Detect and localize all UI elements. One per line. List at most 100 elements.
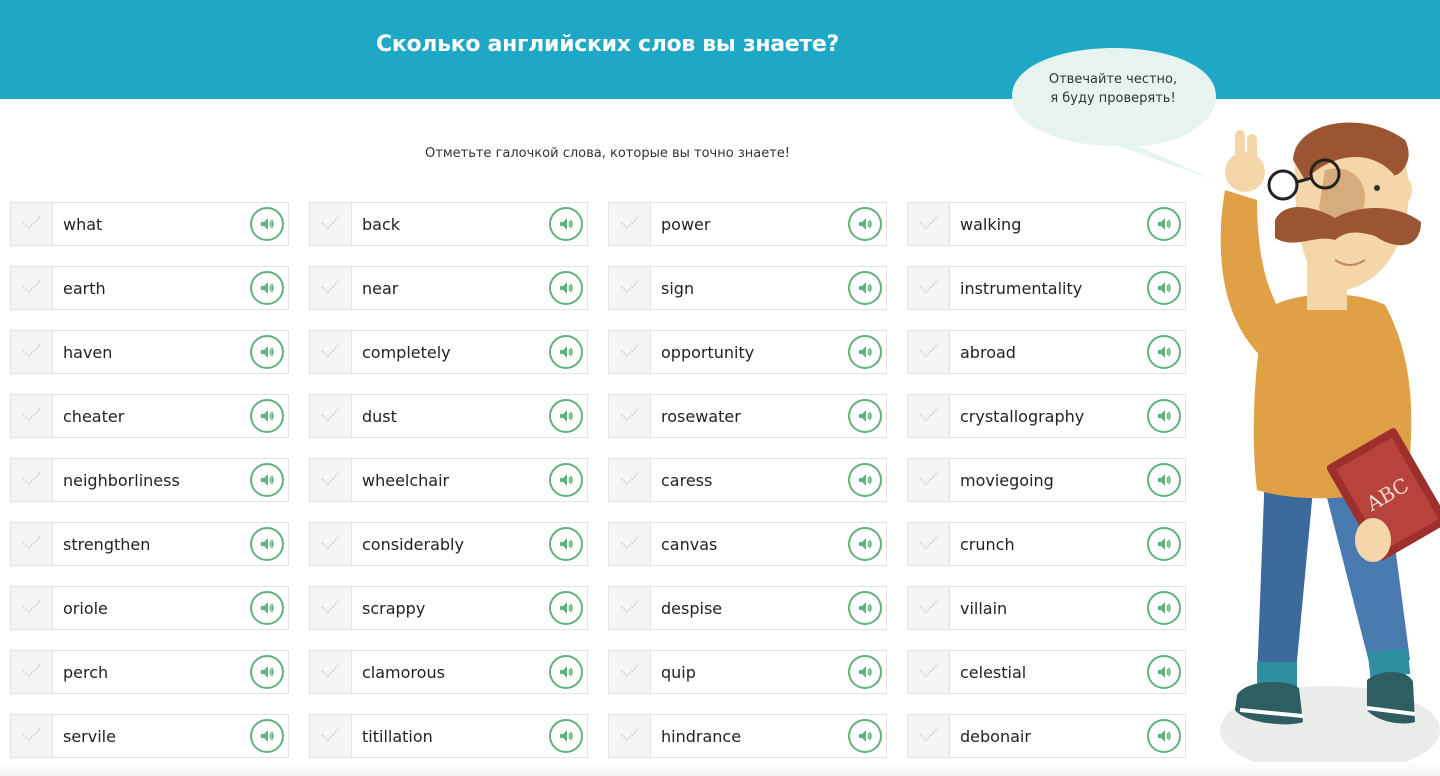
play-sound-button[interactable] <box>250 719 284 753</box>
play-sound-button[interactable] <box>1147 335 1181 369</box>
word-card[interactable]: perch <box>10 650 289 694</box>
word-card[interactable]: villain <box>907 586 1186 630</box>
word-card[interactable]: cheater <box>10 394 289 438</box>
play-sound-button[interactable] <box>848 527 882 561</box>
word-checkbox[interactable] <box>908 459 950 501</box>
play-sound-button[interactable] <box>848 719 882 753</box>
word-card[interactable]: power <box>608 202 887 246</box>
play-sound-button[interactable] <box>1147 719 1181 753</box>
play-sound-button[interactable] <box>1147 655 1181 689</box>
play-sound-button[interactable] <box>1147 207 1181 241</box>
word-checkbox[interactable] <box>908 331 950 373</box>
word-card[interactable]: despise <box>608 586 887 630</box>
play-sound-button[interactable] <box>250 463 284 497</box>
word-card[interactable]: instrumentality <box>907 266 1186 310</box>
play-sound-button[interactable] <box>848 591 882 625</box>
word-checkbox[interactable] <box>310 715 352 757</box>
play-sound-button[interactable] <box>848 463 882 497</box>
word-checkbox[interactable] <box>609 203 651 245</box>
word-checkbox[interactable] <box>609 651 651 693</box>
word-card[interactable]: wheelchair <box>309 458 588 502</box>
play-sound-button[interactable] <box>848 207 882 241</box>
word-checkbox[interactable] <box>310 587 352 629</box>
word-checkbox[interactable] <box>310 459 352 501</box>
play-sound-button[interactable] <box>1147 399 1181 433</box>
word-checkbox[interactable] <box>310 651 352 693</box>
play-sound-button[interactable] <box>1147 271 1181 305</box>
play-sound-button[interactable] <box>848 271 882 305</box>
word-card[interactable]: moviegoing <box>907 458 1186 502</box>
word-card[interactable]: considerably <box>309 522 588 566</box>
word-checkbox[interactable] <box>11 651 53 693</box>
word-card[interactable]: neighborliness <box>10 458 289 502</box>
word-checkbox[interactable] <box>609 267 651 309</box>
word-checkbox[interactable] <box>11 459 53 501</box>
word-checkbox[interactable] <box>908 715 950 757</box>
word-checkbox[interactable] <box>310 203 352 245</box>
play-sound-button[interactable] <box>250 655 284 689</box>
word-checkbox[interactable] <box>908 395 950 437</box>
word-card[interactable]: celestial <box>907 650 1186 694</box>
word-card[interactable]: debonair <box>907 714 1186 758</box>
word-checkbox[interactable] <box>609 459 651 501</box>
word-checkbox[interactable] <box>908 203 950 245</box>
word-checkbox[interactable] <box>310 523 352 565</box>
word-card[interactable]: walking <box>907 202 1186 246</box>
word-card[interactable]: hindrance <box>608 714 887 758</box>
word-card[interactable]: canvas <box>608 522 887 566</box>
word-card[interactable]: dust <box>309 394 588 438</box>
word-card[interactable]: haven <box>10 330 289 374</box>
play-sound-button[interactable] <box>549 335 583 369</box>
word-card[interactable]: abroad <box>907 330 1186 374</box>
word-checkbox[interactable] <box>11 587 53 629</box>
word-checkbox[interactable] <box>609 523 651 565</box>
play-sound-button[interactable] <box>250 527 284 561</box>
word-card[interactable]: quip <box>608 650 887 694</box>
word-card[interactable]: servile <box>10 714 289 758</box>
word-checkbox[interactable] <box>11 523 53 565</box>
play-sound-button[interactable] <box>549 591 583 625</box>
play-sound-button[interactable] <box>549 207 583 241</box>
word-card[interactable]: strengthen <box>10 522 289 566</box>
play-sound-button[interactable] <box>1147 527 1181 561</box>
word-checkbox[interactable] <box>11 715 53 757</box>
word-checkbox[interactable] <box>609 715 651 757</box>
word-card[interactable]: titillation <box>309 714 588 758</box>
word-checkbox[interactable] <box>908 267 950 309</box>
play-sound-button[interactable] <box>250 271 284 305</box>
word-checkbox[interactable] <box>609 395 651 437</box>
word-checkbox[interactable] <box>609 331 651 373</box>
word-checkbox[interactable] <box>11 395 53 437</box>
word-card[interactable]: oriole <box>10 586 289 630</box>
play-sound-button[interactable] <box>549 527 583 561</box>
play-sound-button[interactable] <box>848 335 882 369</box>
word-checkbox[interactable] <box>310 395 352 437</box>
word-card[interactable]: crunch <box>907 522 1186 566</box>
play-sound-button[interactable] <box>1147 463 1181 497</box>
word-checkbox[interactable] <box>908 587 950 629</box>
play-sound-button[interactable] <box>848 399 882 433</box>
word-checkbox[interactable] <box>310 331 352 373</box>
play-sound-button[interactable] <box>250 207 284 241</box>
word-checkbox[interactable] <box>11 203 53 245</box>
word-card[interactable]: earth <box>10 266 289 310</box>
play-sound-button[interactable] <box>549 399 583 433</box>
word-checkbox[interactable] <box>908 651 950 693</box>
play-sound-button[interactable] <box>549 271 583 305</box>
play-sound-button[interactable] <box>549 719 583 753</box>
play-sound-button[interactable] <box>250 591 284 625</box>
play-sound-button[interactable] <box>549 655 583 689</box>
word-card[interactable]: caress <box>608 458 887 502</box>
play-sound-button[interactable] <box>1147 591 1181 625</box>
word-card[interactable]: back <box>309 202 588 246</box>
word-card[interactable]: sign <box>608 266 887 310</box>
word-checkbox[interactable] <box>11 267 53 309</box>
word-checkbox[interactable] <box>908 523 950 565</box>
word-card[interactable]: completely <box>309 330 588 374</box>
word-checkbox[interactable] <box>11 331 53 373</box>
word-checkbox[interactable] <box>310 267 352 309</box>
play-sound-button[interactable] <box>250 399 284 433</box>
word-card[interactable]: scrappy <box>309 586 588 630</box>
word-checkbox[interactable] <box>609 587 651 629</box>
word-card[interactable]: clamorous <box>309 650 588 694</box>
